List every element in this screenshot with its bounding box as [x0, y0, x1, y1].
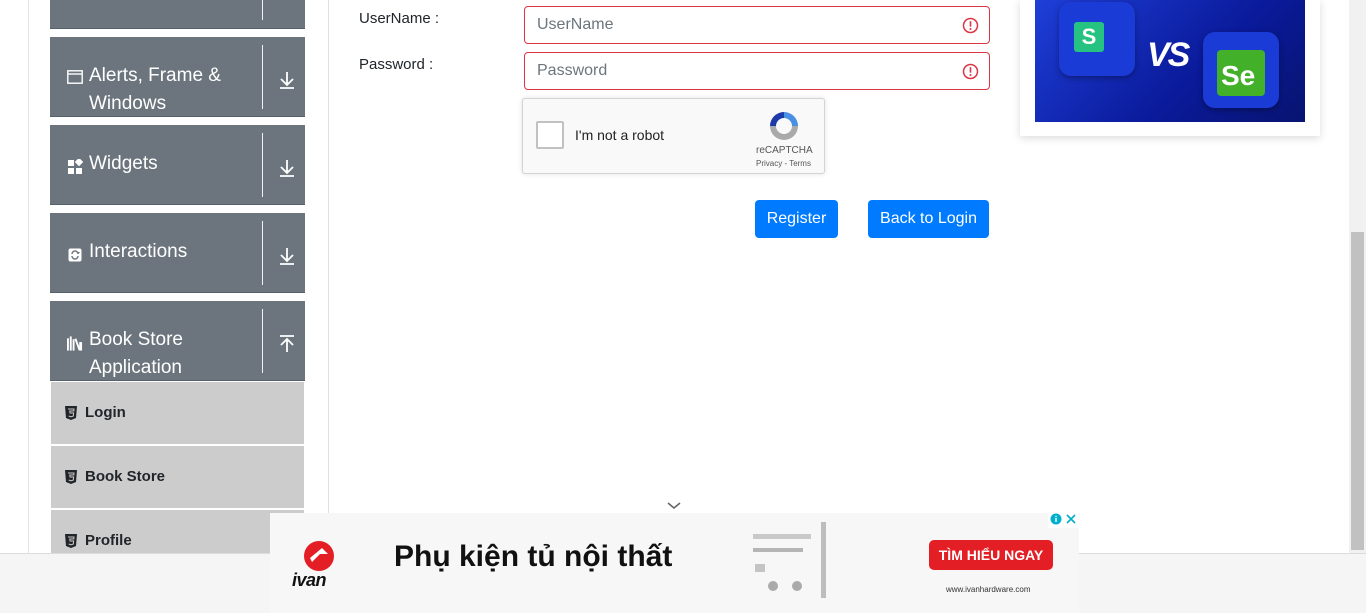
expand-down-icon[interactable]	[276, 157, 298, 179]
group-separator	[262, 309, 263, 373]
ad-controls	[1048, 513, 1079, 528]
group-separator	[262, 0, 263, 20]
books-icon	[67, 335, 83, 351]
right-ad-banner[interactable]: S VS Se	[1020, 0, 1320, 136]
sidebar: Alerts, Frame & Windows Widgets Interact…	[0, 0, 329, 553]
sidebar-group-interactions[interactable]: Interactions	[50, 213, 305, 293]
recaptcha-links[interactable]: Privacy - Terms	[756, 159, 811, 168]
sidebar-group-widgets[interactable]: Widgets	[50, 125, 305, 205]
ad-close-icon[interactable]	[1065, 512, 1077, 530]
sidebar-item-login[interactable]: Login	[51, 382, 304, 444]
sidebar-item-label: Profile	[85, 532, 132, 549]
selenium-logo-tile: Se	[1203, 32, 1279, 108]
error-icon	[962, 63, 979, 80]
recaptcha-text: I'm not a robot	[575, 127, 665, 143]
interactions-icon	[67, 247, 83, 263]
collapse-up-icon[interactable]	[276, 333, 298, 355]
widgets-icon	[67, 158, 83, 174]
username-input[interactable]	[524, 6, 990, 44]
vs-text: VS	[1147, 36, 1190, 74]
expand-down-icon[interactable]	[276, 245, 298, 267]
html5-icon	[65, 534, 77, 548]
sidebar-item-label: Book Store	[85, 468, 166, 485]
katalon-logo-tile: S	[1059, 2, 1135, 76]
html5-icon	[65, 406, 77, 420]
ad-image: S VS Se	[1035, 0, 1305, 122]
password-input[interactable]	[524, 52, 990, 90]
username-label: UserName :	[359, 10, 440, 27]
group-label: Alerts, Frame & Windows	[89, 65, 221, 114]
sidebar-item-label: Login	[85, 404, 126, 421]
register-button[interactable]: Register	[755, 200, 838, 238]
group-separator	[262, 221, 263, 285]
html5-icon	[65, 470, 77, 484]
katalon-icon: S	[1074, 22, 1104, 52]
recaptcha-widget: I'm not a robot reCAPTCHA Privacy - Term…	[522, 98, 825, 174]
group-separator	[262, 45, 263, 109]
ad-brand: ivan	[292, 570, 327, 590]
group-label: Book Store Application	[89, 329, 183, 378]
group-label: Widgets	[89, 153, 158, 174]
group-label: Interactions	[89, 241, 188, 262]
back-to-login-button[interactable]: Back to Login	[868, 200, 989, 238]
hardware-product-icon	[745, 520, 835, 604]
ad-info-icon[interactable]	[1050, 512, 1062, 530]
sidebar-group-alerts-frame-windows[interactable]: Alerts, Frame & Windows	[50, 37, 305, 117]
recaptcha-checkbox[interactable]	[536, 121, 564, 149]
selenium-icon: Se	[1217, 50, 1265, 96]
ad-url: www.ivanhardware.com	[946, 585, 1031, 594]
ad-headline: Phụ kiện tủ nội thất	[394, 540, 673, 573]
chevron-down-icon[interactable]	[664, 499, 684, 513]
ad-cta-button[interactable]: TÌM HIỂU NGAY	[929, 540, 1053, 570]
group-separator	[262, 133, 263, 197]
expand-down-icon[interactable]	[276, 69, 298, 91]
sidebar-group-book-store-application[interactable]: Book Store Application	[50, 301, 305, 381]
sidebar-group-forms[interactable]	[50, 0, 305, 29]
sidebar-divider	[28, 0, 29, 553]
window-icon	[67, 69, 83, 85]
recaptcha-brand: reCAPTCHA	[756, 145, 813, 156]
recaptcha-logo-icon	[767, 109, 801, 143]
sidebar-item-profile[interactable]: Profile	[51, 510, 304, 553]
password-label: Password :	[359, 56, 434, 73]
error-icon	[962, 17, 979, 34]
scrollbar-thumb[interactable]	[1351, 232, 1364, 550]
sidebar-item-book-store[interactable]: Book Store	[51, 446, 304, 508]
